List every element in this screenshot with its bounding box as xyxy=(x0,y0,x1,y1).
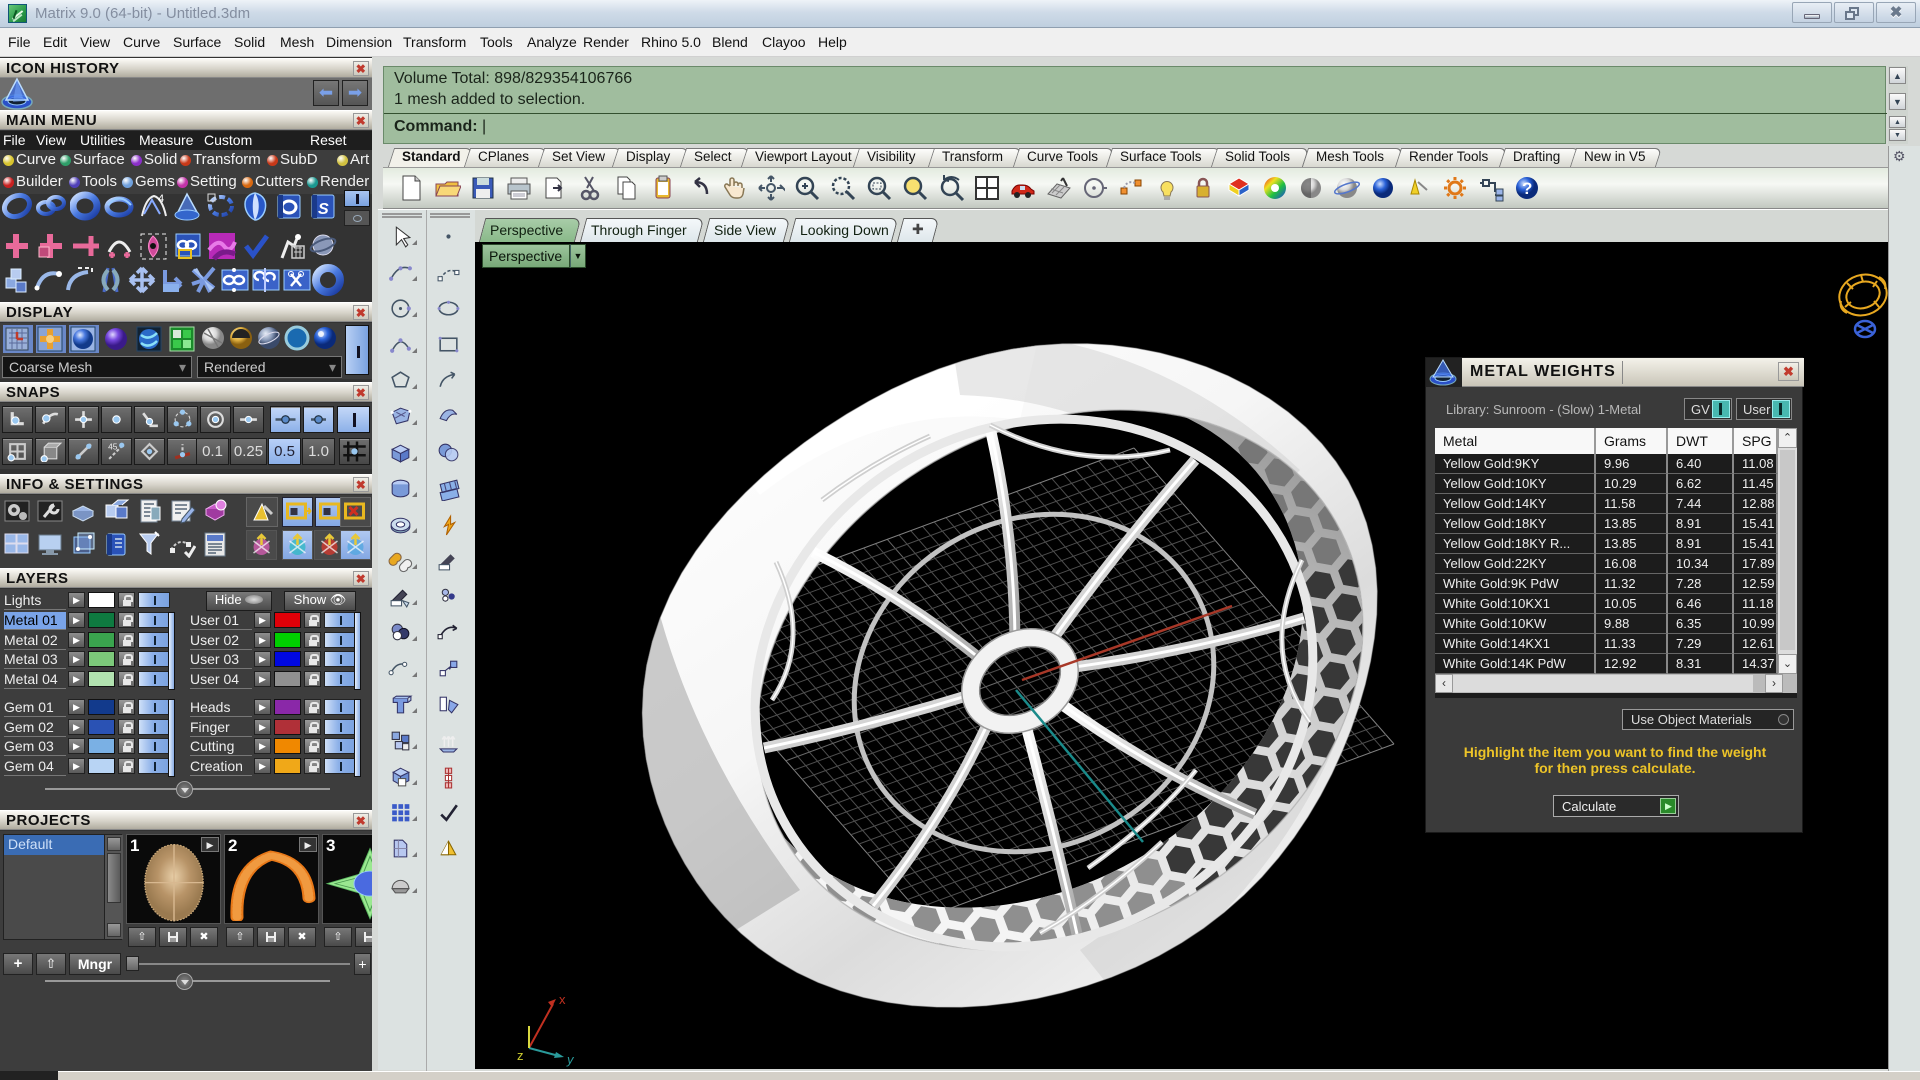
svg-text:?: ? xyxy=(1522,179,1532,198)
svg-text:z: z xyxy=(517,1048,524,1063)
svg-text:4: 4 xyxy=(158,193,164,205)
svg-text:45: 45 xyxy=(108,441,118,451)
svg-text:S: S xyxy=(318,201,329,218)
svg-text:x: x xyxy=(559,992,566,1007)
svg-text:y: y xyxy=(566,1052,575,1067)
